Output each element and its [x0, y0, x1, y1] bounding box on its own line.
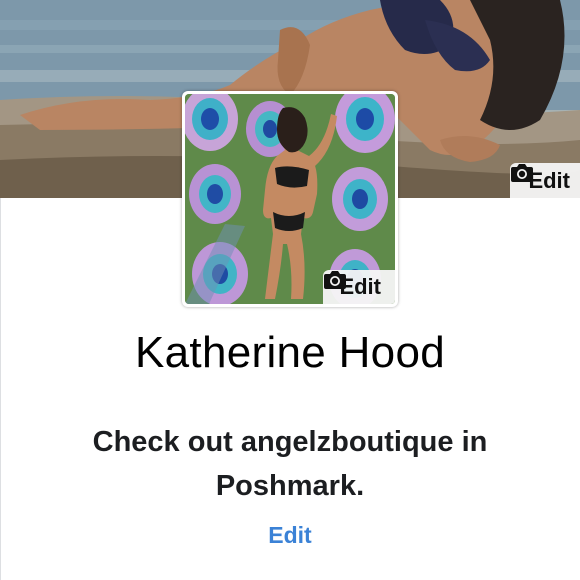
- profile-header: Edit Edit Katherine Hood Check out angel…: [0, 0, 580, 580]
- profile-picture-edit-button[interactable]: Edit: [323, 270, 395, 304]
- profile-bio-line: Poshmark.: [215, 470, 365, 502]
- camera-icon: [324, 271, 347, 289]
- profile-picture[interactable]: Edit: [185, 94, 395, 304]
- profile-bio-line: Check out angelzboutique in: [92, 426, 488, 458]
- profile-name: Katherine Hood: [135, 328, 445, 377]
- bio-edit-label[interactable]: Edit: [268, 522, 311, 548]
- profile-picture-frame[interactable]: Edit: [182, 91, 398, 307]
- bio-edit-link[interactable]: Edit: [0, 522, 580, 549]
- camera-icon: [511, 164, 534, 182]
- profile-bio: Check out angelzboutique in Poshmark.: [40, 420, 540, 508]
- cover-edit-label: Edit: [528, 168, 570, 193]
- cover-edit-button[interactable]: Edit: [510, 163, 580, 198]
